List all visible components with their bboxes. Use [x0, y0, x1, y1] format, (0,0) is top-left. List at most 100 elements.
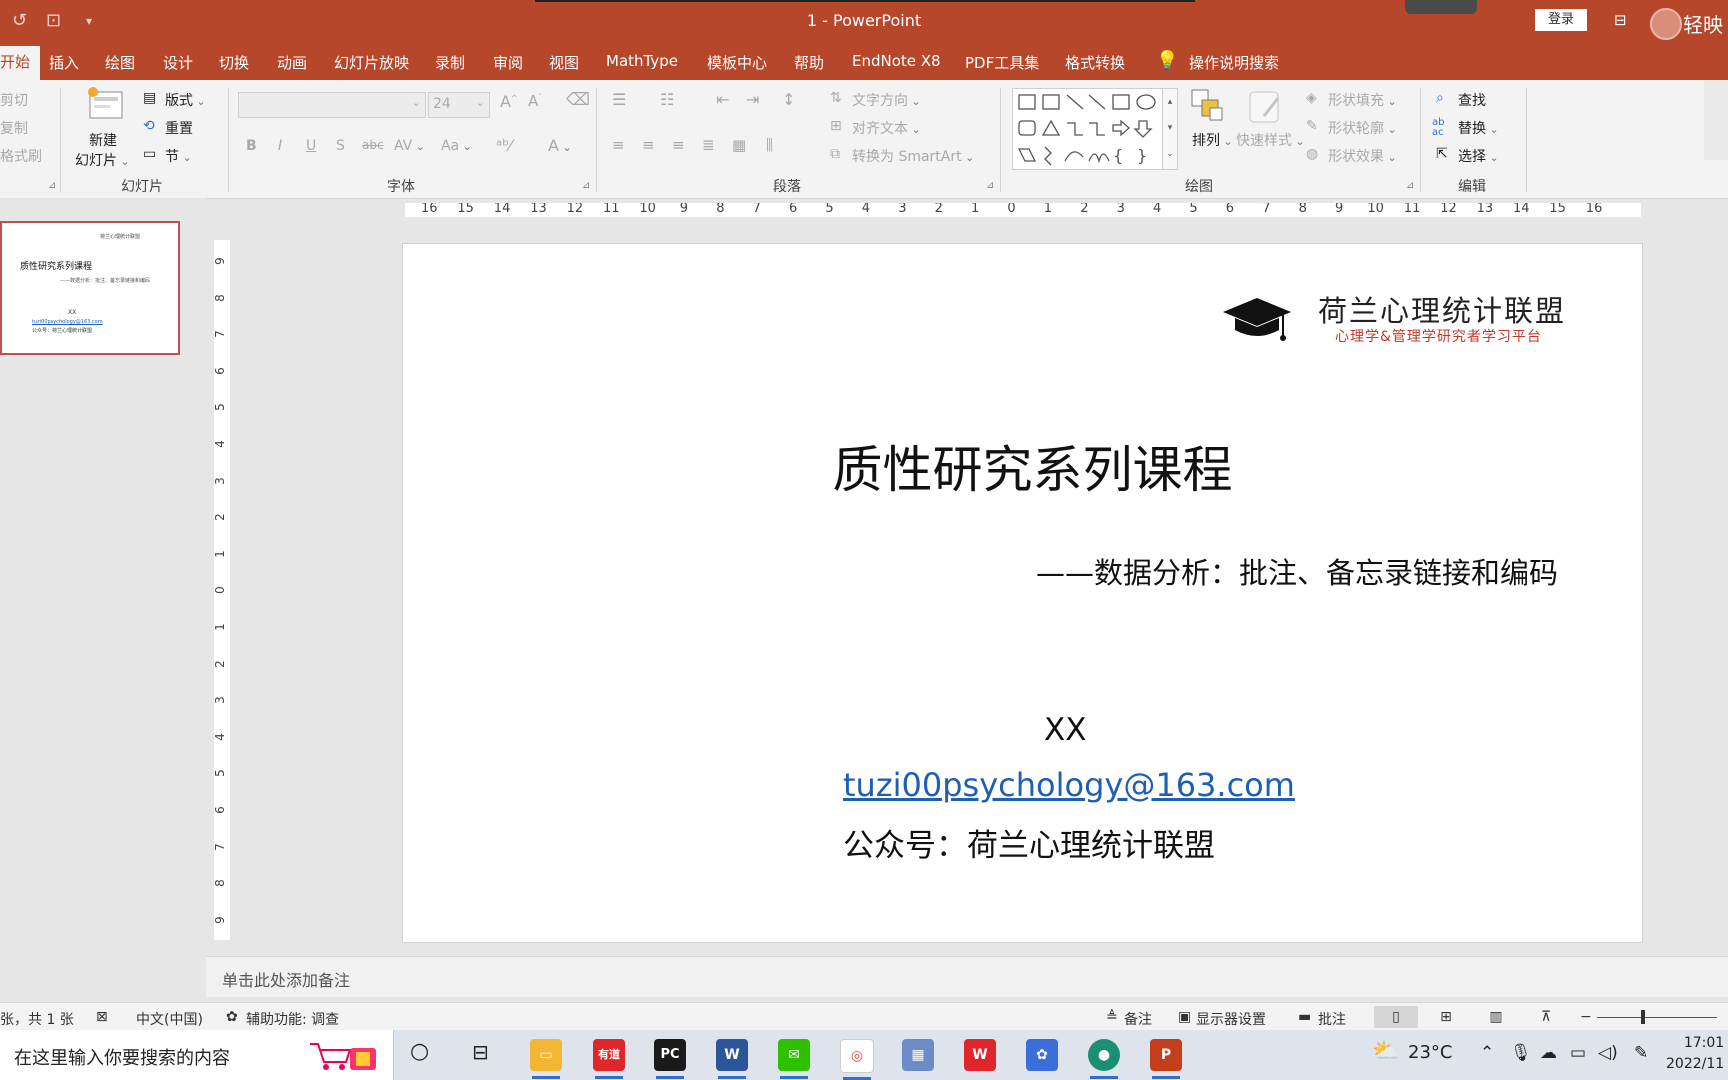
line-spacing-icon[interactable]: ↕: [782, 90, 795, 109]
reading-view-icon[interactable]: ▥: [1474, 1006, 1518, 1028]
decrease-indent-icon[interactable]: ⇤: [716, 90, 729, 109]
cut-button[interactable]: 剪切: [0, 90, 28, 110]
microphone-icon[interactable]: 🎙: [1510, 1043, 1532, 1063]
align-left-icon[interactable]: ≡: [612, 136, 625, 154]
slide-thumbnail[interactable]: 荷兰心理统计联盟 质性研究系列课程 ——数据分析：批注、备忘录链接和编码 XX …: [0, 221, 180, 355]
slide-title[interactable]: 质性研究系列课程: [403, 430, 1642, 502]
font-launcher-icon[interactable]: ⊿: [582, 180, 590, 191]
tab-view[interactable]: 视图: [549, 52, 579, 73]
bullets-icon[interactable]: ☰: [612, 90, 626, 109]
shape-fill-button[interactable]: 形状填充: [1328, 90, 1397, 110]
weather-temperature[interactable]: 23°C: [1408, 1042, 1452, 1063]
tab-pdf-tools[interactable]: PDF工具集: [965, 52, 1039, 73]
language-indicator[interactable]: 中文(中国): [136, 1009, 203, 1029]
columns-icon[interactable]: ⫼: [766, 136, 773, 154]
login-button[interactable]: 登录: [1535, 9, 1587, 31]
tell-me-search[interactable]: 操作说明搜索: [1189, 52, 1279, 73]
tab-slideshow[interactable]: 幻灯片放映: [334, 52, 409, 73]
underline-button[interactable]: U: [306, 138, 316, 154]
slideshow-view-icon[interactable]: ⊼: [1524, 1006, 1568, 1028]
shape-effects-button[interactable]: 形状效果: [1328, 146, 1397, 166]
slide-subtitle[interactable]: ——数据分析：批注、备忘录链接和编码: [1036, 550, 1558, 592]
align-right-icon[interactable]: ≡: [672, 136, 685, 154]
spell-check-icon[interactable]: ⊠: [96, 1009, 108, 1025]
format-painter-button[interactable]: 格式刷: [0, 146, 42, 166]
tab-transitions[interactable]: 切换: [219, 52, 249, 73]
slide-sorter-icon[interactable]: ⊞: [1424, 1006, 1468, 1028]
font-size-select[interactable]: 24 ⌄: [428, 92, 490, 118]
align-text-button[interactable]: 对齐文本: [852, 118, 921, 138]
wechat-icon[interactable]: ✉: [778, 1039, 810, 1079]
tab-home[interactable]: 开始: [0, 46, 41, 80]
change-case-button[interactable]: Aa: [441, 138, 472, 154]
text-direction-button[interactable]: 文字方向: [852, 90, 921, 110]
shapes-gallery[interactable]: { }: [1012, 88, 1172, 170]
paragraph-launcher-icon[interactable]: ⊿: [986, 180, 994, 191]
zoom-out-icon[interactable]: −: [1580, 1009, 1592, 1025]
notes-pane[interactable]: 单击此处添加备注: [206, 956, 1728, 997]
tab-insert[interactable]: 插入: [49, 52, 79, 73]
avatar[interactable]: [1650, 8, 1682, 40]
chrome-icon[interactable]: ◎: [840, 1039, 874, 1080]
slide-canvas[interactable]: 荷兰心理统计联盟 心理学&管理学研究者学习平台 质性研究系列课程 ——数据分析：…: [402, 243, 1643, 943]
drawing-launcher-icon[interactable]: ⊿: [1406, 180, 1414, 191]
shrink-font-icon[interactable]: Aˇ: [528, 92, 542, 110]
slide-author[interactable]: XX: [1044, 712, 1086, 748]
justify-icon[interactable]: ≣: [702, 136, 715, 154]
zoom-slider[interactable]: [1597, 1017, 1717, 1018]
shape-outline-button[interactable]: 形状轮廓: [1328, 118, 1397, 138]
copy-button[interactable]: 复制: [0, 118, 28, 138]
accessibility-status[interactable]: 辅助功能: 调查: [246, 1009, 339, 1029]
zoom-slider-thumb[interactable]: [1641, 1010, 1645, 1024]
section-button[interactable]: 节: [165, 146, 192, 166]
tab-review[interactable]: 审阅: [493, 52, 523, 73]
task-view-icon[interactable]: ⊟: [472, 1040, 489, 1064]
tab-endnote[interactable]: EndNote X8: [852, 52, 941, 70]
font-name-select[interactable]: ⌄: [238, 92, 426, 118]
strikethrough-button[interactable]: abc: [362, 138, 384, 152]
clock[interactable]: 17:01 2022/11: [1666, 1033, 1724, 1075]
convert-smartart-button[interactable]: 转换为 SmartArt: [852, 146, 974, 166]
normal-view-icon[interactable]: ▯: [1374, 1006, 1418, 1028]
char-spacing-button[interactable]: AV: [394, 138, 425, 154]
tab-template-center[interactable]: 模板中心: [707, 52, 767, 73]
increase-indent-icon[interactable]: ⇥: [746, 90, 759, 109]
tab-format-convert[interactable]: 格式转换: [1065, 52, 1125, 73]
clear-formatting-icon[interactable]: ⌫: [566, 90, 590, 110]
display-settings-button[interactable]: 显示器设置: [1196, 1009, 1266, 1029]
tab-mathtype[interactable]: MathType: [606, 52, 678, 70]
replace-button[interactable]: 替换: [1458, 118, 1499, 138]
cortana-icon[interactable]: ○: [410, 1039, 429, 1064]
powerpoint-icon[interactable]: P: [1150, 1039, 1182, 1079]
numbering-icon[interactable]: ☷: [660, 90, 674, 109]
font-color-button[interactable]: A: [548, 136, 572, 155]
highlight-icon[interactable]: ᵃᵇ⁄: [496, 136, 512, 155]
shadow-button[interactable]: S: [336, 138, 345, 154]
tab-record[interactable]: 录制: [435, 52, 465, 73]
onedrive-icon[interactable]: ☁: [1540, 1043, 1557, 1063]
find-button[interactable]: 查找: [1458, 90, 1486, 110]
layout-button[interactable]: 版式: [165, 90, 206, 110]
taskbar-search[interactable]: 在这里输入你要搜索的内容: [0, 1030, 394, 1080]
recorder-icon[interactable]: ●: [1088, 1039, 1120, 1079]
volume-icon[interactable]: ◁): [1598, 1043, 1618, 1063]
baidu-netdisk-icon[interactable]: ✿: [1026, 1039, 1058, 1071]
email-link[interactable]: tuzi00psychology@163.com: [843, 766, 1295, 804]
comments-button[interactable]: 批注: [1318, 1009, 1346, 1029]
pycharm-icon[interactable]: PC: [654, 1039, 686, 1079]
italic-button[interactable]: I: [278, 138, 282, 154]
align-center-icon[interactable]: ≡: [642, 136, 655, 154]
tab-draw[interactable]: 绘图: [105, 52, 135, 73]
distribute-icon[interactable]: ▦: [732, 136, 746, 154]
pen-icon[interactable]: ✎: [1634, 1043, 1648, 1063]
tab-design[interactable]: 设计: [163, 52, 193, 73]
shapes-gallery-scroll[interactable]: ▴ ▾ ⌄: [1162, 88, 1178, 170]
ribbon-display-options-icon[interactable]: ⊟: [1614, 11, 1627, 29]
tab-animations[interactable]: 动画: [277, 52, 307, 73]
calculator-icon[interactable]: ▦: [902, 1039, 934, 1071]
battery-icon[interactable]: ▭: [1570, 1043, 1586, 1063]
file-explorer-icon[interactable]: ▭: [530, 1039, 562, 1079]
chevron-up-icon[interactable]: ⌃: [1480, 1043, 1494, 1063]
word-icon[interactable]: W: [716, 1039, 748, 1079]
reset-button[interactable]: 重置: [165, 118, 193, 138]
